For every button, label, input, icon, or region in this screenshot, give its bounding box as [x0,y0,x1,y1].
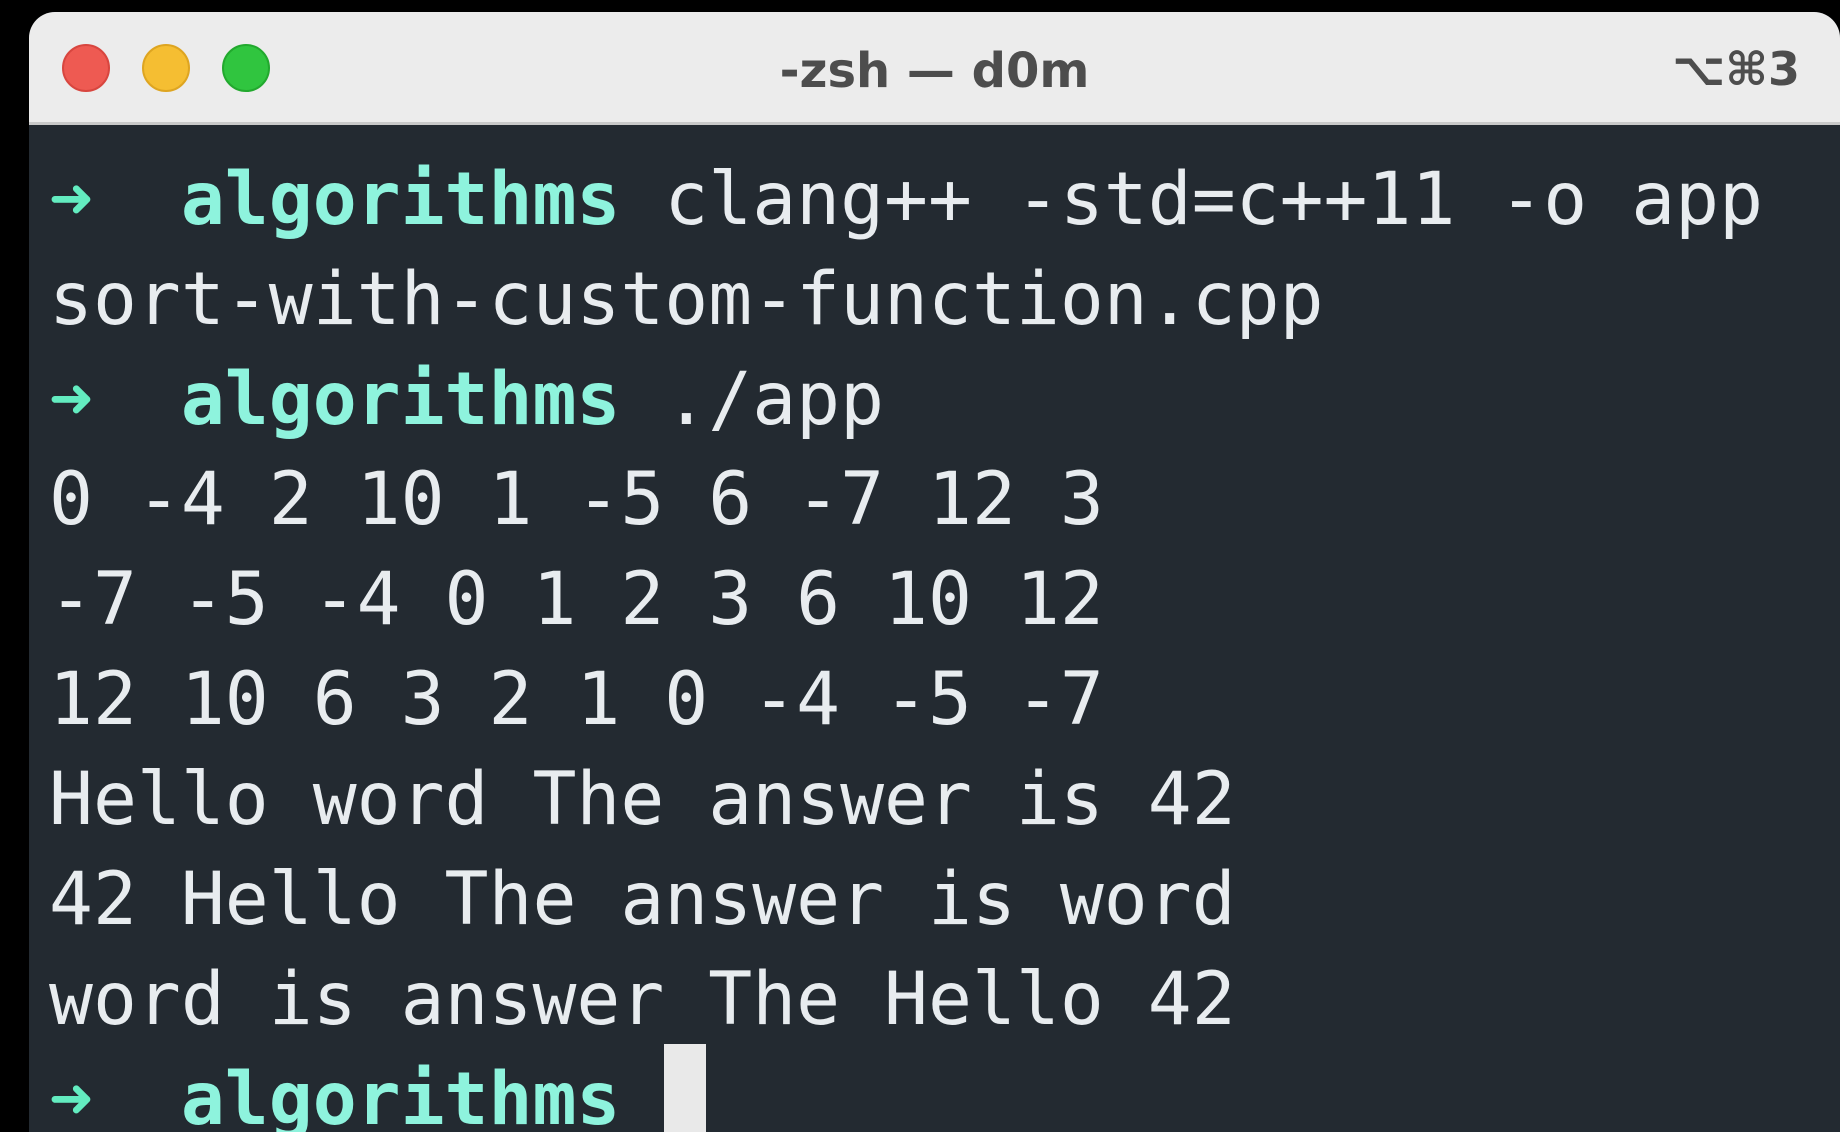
prompt-directory: algorithms [180,1057,621,1132]
output-line: 0 -4 2 10 1 -5 6 -7 12 3 [49,457,1104,542]
prompt-arrow-icon: ➜ [49,157,93,242]
text-cursor [664,1044,707,1132]
output-line: word is answer The Hello 42 [49,957,1236,1042]
prompt-arrow-icon: ➜ [49,1057,93,1132]
output-line: sort-with-custom-function.cpp [49,257,1324,342]
window-shortcut: ⌥⌘3 [1672,42,1800,96]
window-title: -zsh — d0m [779,43,1090,99]
prompt-command: clang++ -std=c++11 -o app [664,157,1764,242]
prompt-line: ➜ algorithms clang++ -std=c++11 -o app [49,150,1840,250]
prompt-arrow-icon: ➜ [49,357,93,442]
title-bar[interactable]: -zsh — d0m ⌥⌘3 [29,12,1840,125]
prompt-directory: algorithms [180,157,621,242]
output-line: 12 10 6 3 2 1 0 -4 -5 -7 [49,657,1104,742]
output-line: Hello word The answer is 42 [49,757,1236,842]
terminal-window: -zsh — d0m ⌥⌘3 ➜ algorithms clang++ -std… [29,12,1840,1132]
output-line: -7 -5 -4 0 1 2 3 6 10 12 [49,557,1104,642]
prompt-line: ➜ algorithms ./app [49,350,1840,450]
prompt-directory: algorithms [180,357,621,442]
prompt-command: ./app [664,357,885,442]
terminal-output[interactable]: ➜ algorithms clang++ -std=c++11 -o app so… [49,150,1840,1132]
prompt-line: ➜ algorithms [49,1044,1840,1132]
output-line: 42 Hello The answer is word [49,857,1236,942]
